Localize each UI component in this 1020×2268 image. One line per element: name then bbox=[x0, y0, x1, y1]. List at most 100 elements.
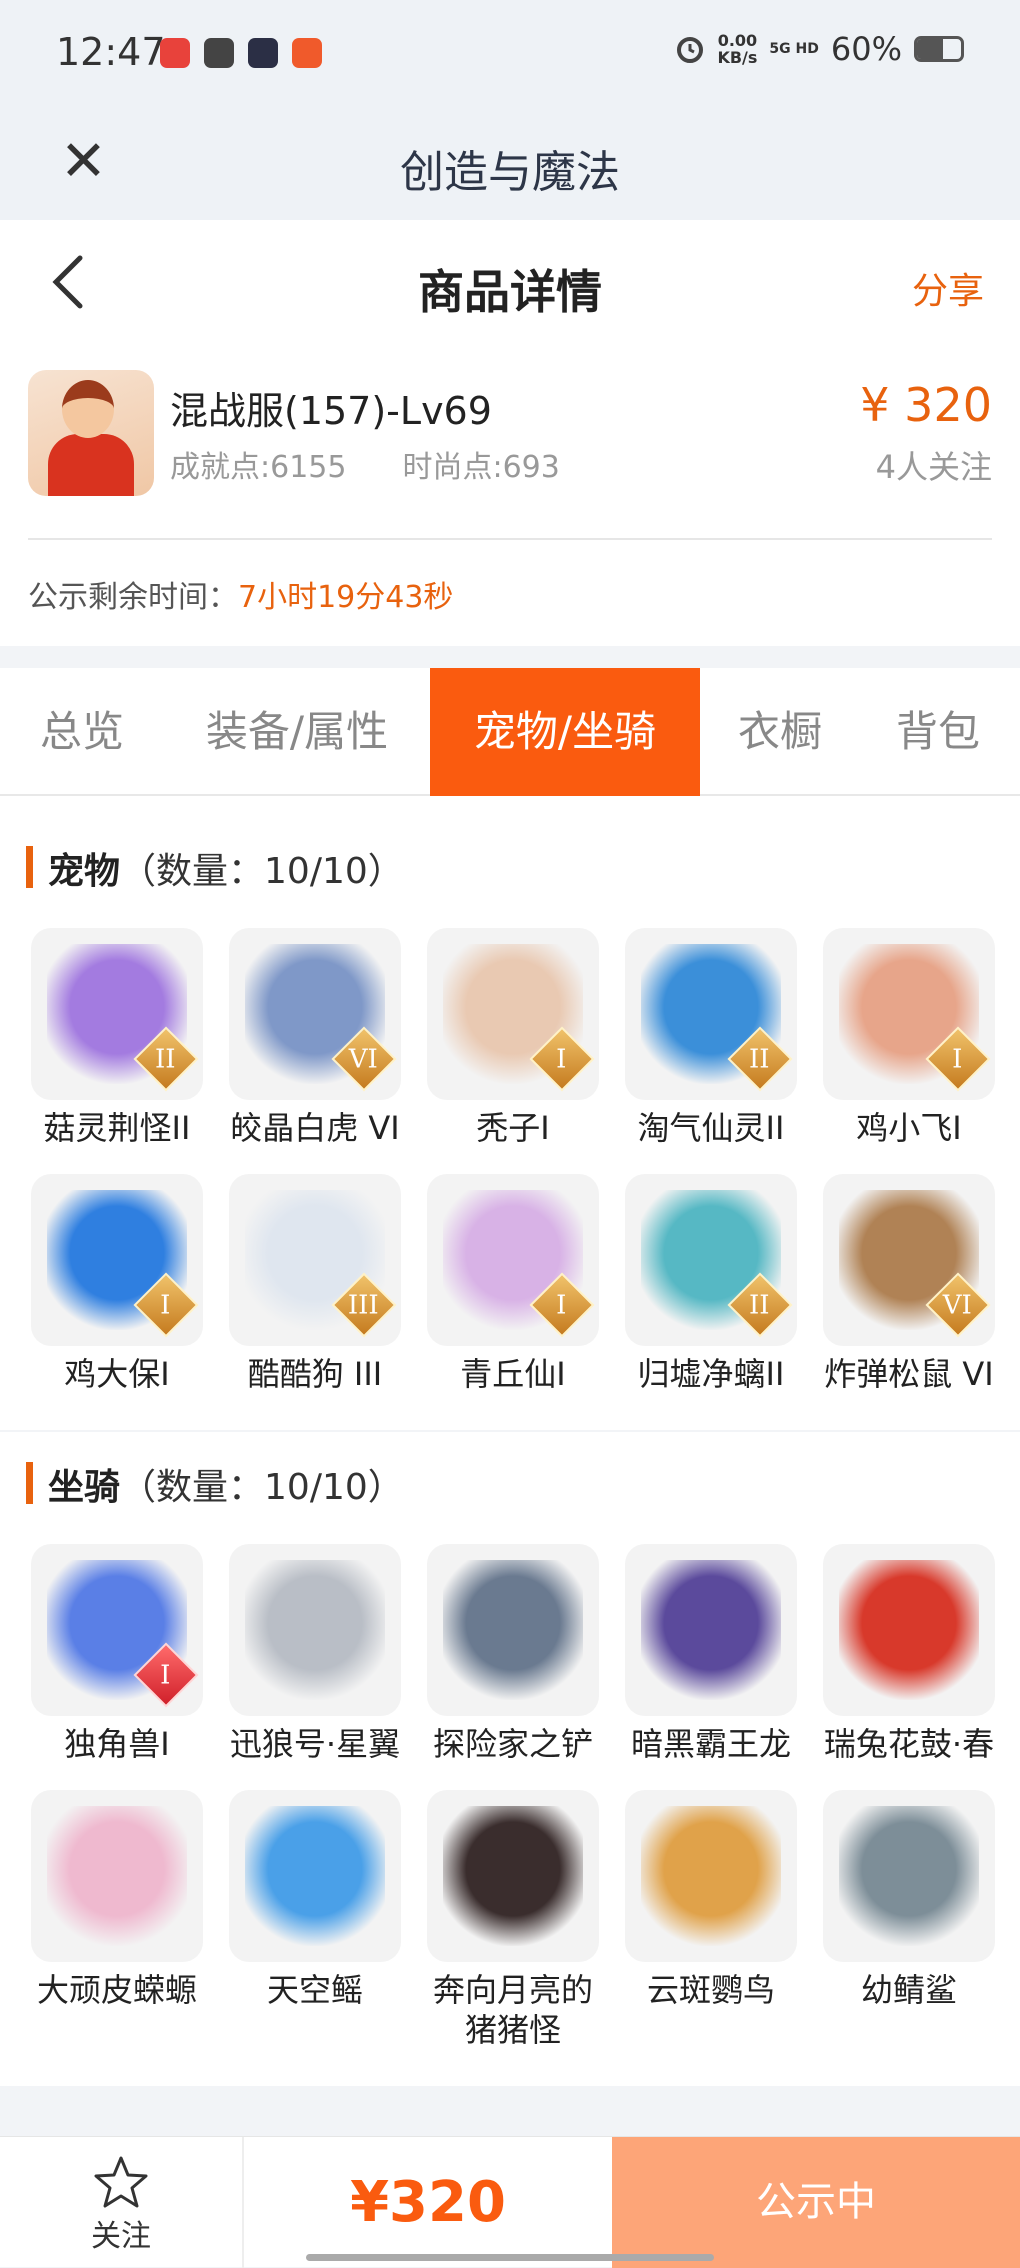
mount-image bbox=[625, 1790, 797, 1962]
pet-image: I bbox=[823, 928, 995, 1100]
app-notification-icon bbox=[160, 38, 190, 68]
mount-image bbox=[625, 1544, 797, 1716]
mount-image bbox=[229, 1544, 401, 1716]
page-header: 商品详情 分享 bbox=[0, 220, 1020, 350]
pet-name: 淘气仙灵II bbox=[637, 1109, 785, 1147]
mount-image bbox=[823, 1544, 995, 1716]
tab-backpack[interactable]: 背包 bbox=[888, 668, 988, 796]
mount-item[interactable]: 暗黑霸王龙 bbox=[612, 1544, 810, 1764]
tab-overview[interactable]: 总览 bbox=[30, 668, 134, 796]
pet-image: III bbox=[229, 1174, 401, 1346]
pet-item[interactable]: VI 炸弹松鼠 VI bbox=[810, 1174, 1008, 1394]
pets-grid: II 菇灵荆怪II VI 皎晶白虎 VI I 秃子I II 淘气仙灵II I 鸡小飞I I 鸡大保I I… bbox=[0, 928, 1020, 1420]
mount-item[interactable]: 迅狼号·星翼 bbox=[216, 1544, 414, 1764]
mount-image bbox=[427, 1790, 599, 1962]
character-avatar bbox=[28, 370, 154, 496]
video-notification-icon bbox=[248, 38, 278, 68]
mount-name: 大顽皮蝾螈 bbox=[36, 1971, 197, 2009]
mail-notification-icon bbox=[204, 38, 234, 68]
mount-name: 奔向月亮的猪猪怪 bbox=[432, 1971, 593, 2049]
star-icon bbox=[94, 2156, 148, 2208]
tab-pets-mounts[interactable]: 宠物/坐骑 bbox=[430, 668, 700, 796]
product-price: ¥ 320 bbox=[860, 378, 992, 432]
notice-remaining: 7小时19分43秒 bbox=[238, 580, 454, 615]
mounts-title: 坐骑 bbox=[48, 1467, 121, 1508]
pets-title: 宠物 bbox=[48, 851, 121, 892]
pet-name: 秃子I bbox=[476, 1109, 550, 1147]
pet-name: 皎晶白虎 VI bbox=[230, 1109, 400, 1147]
pet-image: VI bbox=[229, 928, 401, 1100]
pet-item[interactable]: II 淘气仙灵II bbox=[612, 928, 810, 1148]
mount-name: 暗黑霸王龙 bbox=[630, 1725, 791, 1763]
network-speed: 0.00 KB/s bbox=[717, 31, 758, 67]
pet-item[interactable]: VI 皎晶白虎 VI bbox=[216, 928, 414, 1148]
mount-name: 探险家之铲 bbox=[432, 1725, 593, 1763]
notification-icons bbox=[160, 38, 322, 68]
mount-item[interactable]: 探险家之铲 bbox=[414, 1544, 612, 1764]
pet-name: 青丘仙I bbox=[460, 1355, 566, 1393]
pet-name: 归墟净螭II bbox=[637, 1355, 785, 1393]
pet-image: II bbox=[31, 928, 203, 1100]
mount-image bbox=[31, 1790, 203, 1962]
pet-image: I bbox=[31, 1174, 203, 1346]
pet-image: II bbox=[625, 928, 797, 1100]
mount-image bbox=[229, 1790, 401, 1962]
follow-button[interactable]: 关注 bbox=[0, 2137, 244, 2268]
notice-label: 公示剩余时间： bbox=[28, 580, 238, 615]
product-panel: 商品详情 分享 混战服(157)-Lv69 成就点:6155 时尚点:693 ¥ … bbox=[0, 220, 1020, 646]
pets-heading: 宠物（数量：10/10） bbox=[0, 796, 1020, 928]
pet-name: 鸡小飞I bbox=[856, 1109, 962, 1147]
mount-item[interactable]: I 独角兽I bbox=[18, 1544, 216, 1764]
public-notice-button[interactable]: 公示中 bbox=[612, 2137, 1020, 2268]
mount-item[interactable]: 大顽皮蝾螈 bbox=[18, 1790, 216, 2050]
mount-item[interactable]: 天空鳐 bbox=[216, 1790, 414, 2050]
notice-timer: 公示剩余时间：7小时19分43秒 bbox=[28, 540, 992, 646]
pet-item[interactable]: I 鸡大保I bbox=[18, 1174, 216, 1394]
pet-image: I bbox=[427, 1174, 599, 1346]
pets-count: （数量：10/10） bbox=[120, 851, 404, 892]
mounts-count: （数量：10/10） bbox=[120, 1467, 404, 1508]
pet-item[interactable]: I 鸡小飞I bbox=[810, 928, 1008, 1148]
mount-item[interactable]: 瑞兔花鼓·春 bbox=[810, 1544, 1008, 1764]
fashion-points: 时尚点:693 bbox=[402, 450, 560, 485]
tab-wardrobe[interactable]: 衣橱 bbox=[730, 668, 830, 796]
status-bar: 12:47 0.00 KB/s 5G HD 60% bbox=[0, 0, 1020, 108]
mount-name: 独角兽I bbox=[64, 1725, 170, 1763]
mounts-section: 坐骑（数量：10/10） I 独角兽I 迅狼号·星翼 探险家之铲 暗黑霸王龙 瑞兔花鼓·春… bbox=[0, 1432, 1020, 2086]
mount-name: 天空鳐 bbox=[266, 1971, 363, 2009]
pet-name: 鸡大保I bbox=[64, 1355, 170, 1393]
app-bar: ✕ 创造与魔法 bbox=[0, 108, 1020, 220]
bottom-price: ¥320 bbox=[350, 2170, 506, 2235]
pet-item[interactable]: III 酷酷狗 III bbox=[216, 1174, 414, 1394]
mount-image bbox=[823, 1790, 995, 1962]
pet-name: 菇灵荆怪II bbox=[43, 1109, 191, 1147]
mount-item[interactable]: 奔向月亮的猪猪怪 bbox=[414, 1790, 612, 2050]
mount-name: 迅狼号·星翼 bbox=[229, 1725, 401, 1763]
product-stats: 成就点:6155 时尚点:693 bbox=[170, 442, 560, 486]
mount-item[interactable]: 云斑鹦鸟 bbox=[612, 1790, 810, 2050]
pet-image: VI bbox=[823, 1174, 995, 1346]
tab-equipment[interactable]: 装备/属性 bbox=[190, 668, 404, 796]
pet-image: II bbox=[625, 1174, 797, 1346]
tab-bar: 总览 装备/属性 宠物/坐骑 衣橱 背包 bbox=[0, 668, 1020, 796]
share-button[interactable]: 分享 bbox=[912, 262, 984, 314]
battery-percent: 60% bbox=[830, 30, 902, 68]
follow-label: 关注 bbox=[91, 2219, 151, 2254]
bottom-bar: 关注 ¥320 公示中 bbox=[0, 2136, 1020, 2268]
achievement-points: 成就点:6155 bbox=[170, 450, 347, 485]
pet-item[interactable]: II 归墟净螭II bbox=[612, 1174, 810, 1394]
pet-name: 炸弹松鼠 VI bbox=[824, 1355, 994, 1393]
mounts-heading: 坐骑（数量：10/10） bbox=[0, 1432, 1020, 1544]
product-summary: 混战服(157)-Lv69 成就点:6155 时尚点:693 ¥ 320 4人关注 bbox=[28, 350, 992, 540]
mount-item[interactable]: 幼鲭鲨 bbox=[810, 1790, 1008, 2050]
pet-item[interactable]: I 青丘仙I bbox=[414, 1174, 612, 1394]
mount-name: 瑞兔花鼓·春 bbox=[823, 1725, 995, 1763]
pet-image: I bbox=[427, 928, 599, 1100]
pet-item[interactable]: I 秃子I bbox=[414, 928, 612, 1148]
mount-name: 幼鲭鲨 bbox=[860, 1971, 957, 2009]
pet-item[interactable]: II 菇灵荆怪II bbox=[18, 928, 216, 1148]
home-indicator[interactable] bbox=[306, 2254, 714, 2261]
mount-image bbox=[427, 1544, 599, 1716]
app-title: 创造与魔法 bbox=[400, 147, 620, 198]
status-time: 12:47 bbox=[56, 30, 166, 74]
